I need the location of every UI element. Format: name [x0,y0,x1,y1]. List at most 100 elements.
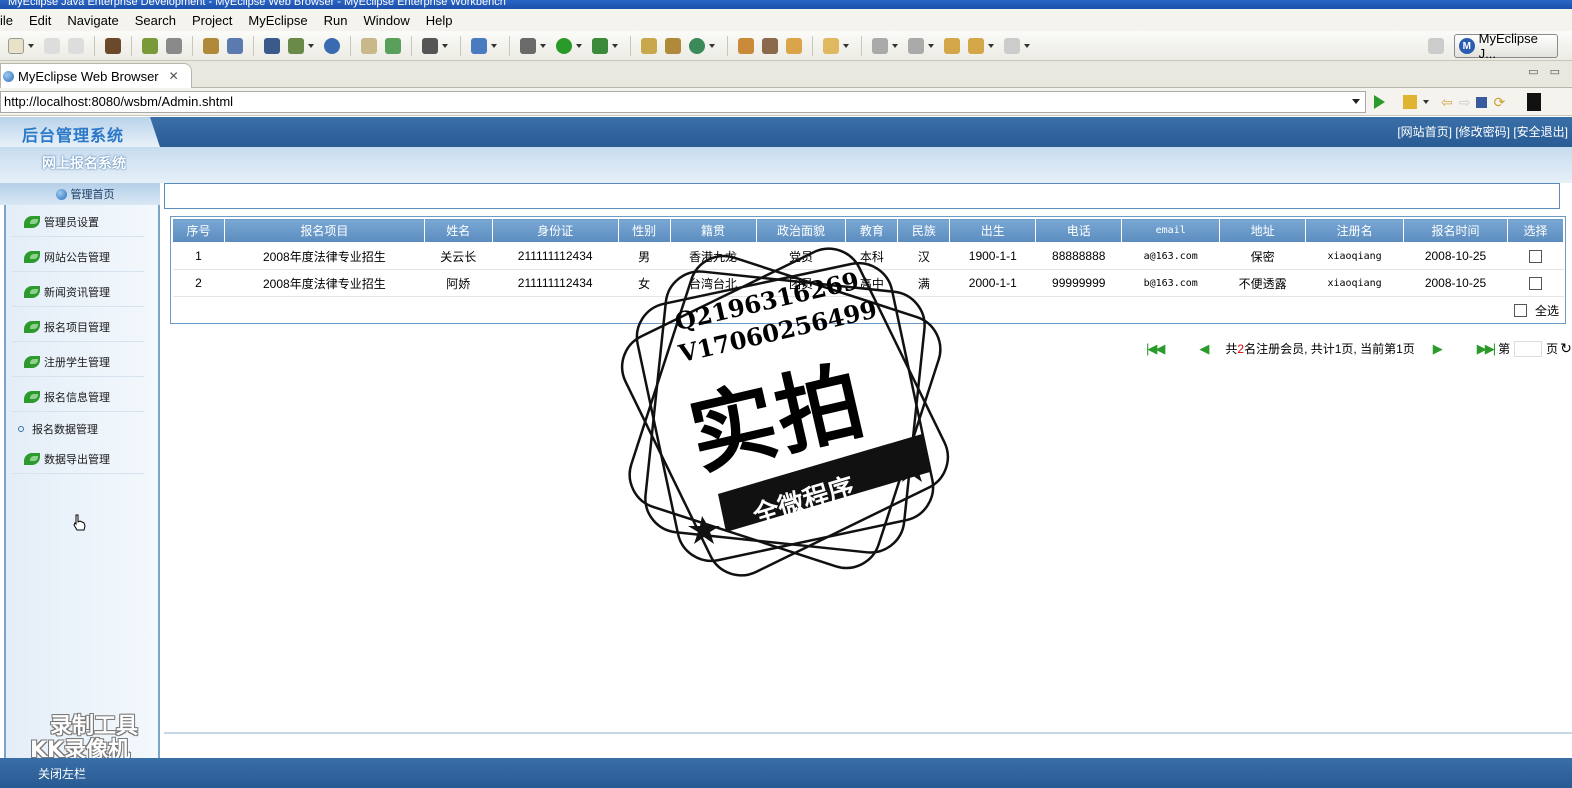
favorites-dropdown-icon[interactable] [1423,100,1429,104]
camera-icon[interactable] [422,37,438,54]
favorites-icon[interactable] [1403,95,1417,109]
refresh-dropdown-icon[interactable] [709,43,715,48]
sidebar-item-registrations[interactable]: 报名信息管理 [12,382,144,412]
menu-project[interactable]: Project [184,13,240,28]
menu-file[interactable]: ile [0,13,21,28]
menu-myeclipse[interactable]: MyEclipse [240,13,315,28]
bug-icon[interactable] [520,37,536,54]
go-icon[interactable] [1374,95,1385,109]
debug-dropdown-icon[interactable] [540,43,546,48]
folder-icon[interactable] [738,37,754,54]
web-browser-icon[interactable] [324,37,340,54]
deploy-icon[interactable] [203,37,219,54]
back-arrow-icon[interactable]: ⇦ [1441,94,1453,111]
select-all-checkbox[interactable] [1513,304,1527,317]
sidebar-item-admin-settings[interactable]: 管理员设置 [12,207,144,237]
row-checkbox[interactable] [1528,250,1542,264]
url-input[interactable]: http://localhost:8080/wsbm/Admin.shtml [0,91,1366,113]
run-dropdown-icon[interactable] [576,43,582,48]
sidebar-item-students[interactable]: 注册学生管理 [12,347,144,377]
table-row[interactable]: 1 2008年度法律专业招生 关云长 211111112434 男 香港九龙 党… [172,242,1564,270]
last-edit-icon[interactable] [944,37,960,54]
window-title: MyEclipse Java Enterprise Development - … [8,0,506,8]
cell-ethnicity: 满 [897,269,950,297]
table-row[interactable]: 2 2008年度法律专业招生 阿娇 211111112434 女 台湾台北 团员… [172,269,1564,297]
close-sidebar-link[interactable]: 关闭左栏 [0,758,164,788]
sidebar-item-news[interactable]: 新闻资讯管理 [12,277,144,307]
next-page-icon[interactable]: ▶ [1433,341,1443,357]
next-annotation-icon[interactable] [872,37,888,54]
tab-web-browser[interactable]: MyEclipse Web Browser ✕ [0,63,192,88]
debug-server-icon[interactable] [142,37,158,54]
row-checkbox[interactable] [1528,277,1542,291]
database-icon[interactable] [264,37,280,54]
sidebar-item-label: 报名信息管理 [44,391,110,404]
menu-run[interactable]: Run [316,13,356,28]
open-resource-icon[interactable] [665,37,681,54]
open-perspective-icon[interactable] [1428,38,1444,54]
sidebar-item-projects[interactable]: 报名项目管理 [12,312,144,342]
back-dropdown-icon[interactable] [988,43,994,48]
go-page-icon[interactable]: ↻ [1560,340,1572,357]
prev-annotation-dropdown-icon[interactable] [928,43,934,48]
last-page-icon[interactable]: ▶▶| [1477,341,1496,357]
box-icon[interactable] [786,37,802,54]
back-icon[interactable] [968,37,984,54]
run-external-icon[interactable] [592,37,608,54]
forward-arrow-icon[interactable]: ⇨ [1459,94,1471,111]
url-dropdown-icon[interactable] [1352,99,1360,104]
pen-icon[interactable] [762,37,778,54]
next-annotation-dropdown-icon[interactable] [892,43,898,48]
sidebar-sub-item-data[interactable]: 报名数据管理 [18,421,98,437]
tab-label: MyEclipse Web Browser [18,68,159,84]
add-icon[interactable] [385,37,401,54]
prev-annotation-icon[interactable] [908,37,924,54]
open-project-dropdown-icon[interactable] [843,43,849,48]
table-header-row: 序号 报名项目 姓名 身份证 性别 籍贯 政治面貌 教育 民族 出生 电话 em… [172,218,1565,243]
sidebar-header[interactable]: 管理首页 [0,183,160,205]
first-page-icon[interactable]: |◀◀ [1146,341,1165,357]
stop-icon[interactable] [1476,96,1488,108]
menu-search[interactable]: Search [127,13,184,28]
hand-cursor-icon [73,514,86,531]
open-project-icon[interactable] [823,37,839,54]
column-header: 出生 [949,218,1037,243]
new-class-dropdown-icon[interactable] [491,43,497,48]
wizard-icon[interactable] [288,37,304,54]
column-header: 序号 [172,218,225,243]
camera-dropdown-icon[interactable] [442,43,448,48]
new-dropdown-icon[interactable] [28,43,34,48]
forward-icon[interactable] [1004,37,1020,54]
menu-help[interactable]: Help [418,13,461,28]
print-icon[interactable] [68,37,84,54]
footer-bar: 关闭左栏 [0,758,1572,788]
reload-icon[interactable]: ⟳ [1493,94,1505,111]
menu-edit[interactable]: Edit [21,13,59,28]
page-input[interactable] [1514,340,1543,357]
menu-window[interactable]: Window [356,13,418,28]
sidebar-item-announcements[interactable]: 网站公告管理 [12,242,144,272]
browser-extra-icon[interactable] [1527,93,1542,111]
redeploy-icon[interactable] [227,37,243,54]
new-icon[interactable] [8,37,24,54]
run-icon[interactable] [556,37,572,54]
new-class-icon[interactable] [471,37,487,54]
prev-page-icon[interactable]: ◀ [1199,341,1209,357]
server-icon[interactable] [166,37,182,54]
close-icon[interactable]: ✕ [169,69,179,83]
save-icon[interactable] [44,37,60,54]
refresh-icon[interactable] [689,37,705,54]
sidebar-item-data-export[interactable]: 数据导出管理 [12,444,144,474]
open-type-icon[interactable] [641,37,657,54]
package-icon[interactable] [105,37,121,54]
myeclipse-perspective-button[interactable]: M MyEclipse J... [1454,31,1558,61]
open-folder-icon[interactable] [361,37,377,54]
column-header: 报名项目 [223,218,425,243]
forward-dropdown-icon[interactable] [1024,43,1030,48]
minimize-maximize-icon[interactable]: ▭ ▭ [1528,65,1564,78]
wizard-dropdown-icon[interactable] [308,43,314,48]
menu-navigate[interactable]: Navigate [59,13,126,28]
column-header: email [1121,218,1221,243]
top-links[interactable]: [网站首页] [修改密码] [安全退出] [1397,123,1568,140]
external-dropdown-icon[interactable] [612,43,618,48]
